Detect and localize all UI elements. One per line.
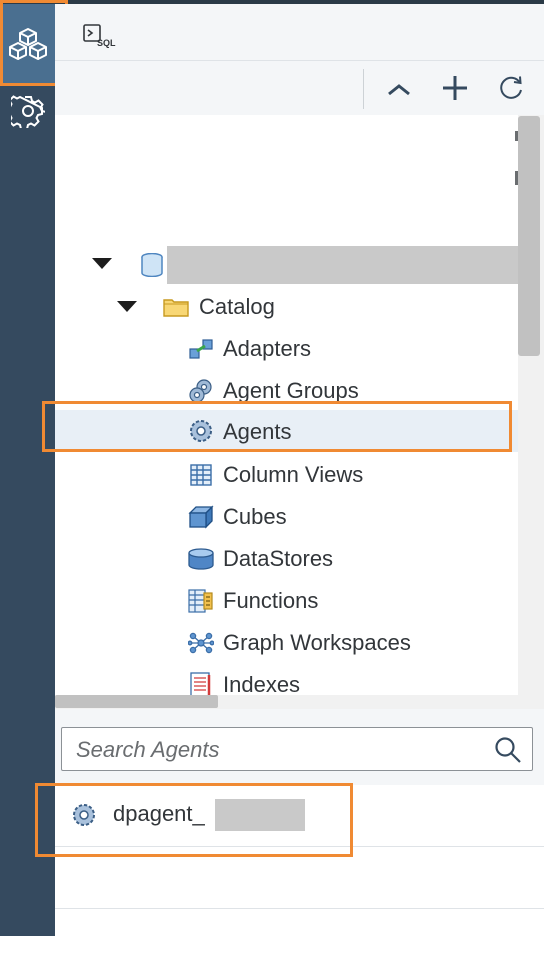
tree-item-label: Column Views xyxy=(223,462,364,487)
tree-vertical-scroll-thumb[interactable] xyxy=(518,116,540,356)
tree-toolbar xyxy=(55,61,544,115)
redacted-database-name xyxy=(167,246,518,284)
tree-item-label: Graph Workspaces xyxy=(223,630,411,655)
cubes-icon xyxy=(8,28,47,60)
settings-button[interactable] xyxy=(0,86,55,136)
tree-item-agents[interactable]: Agents xyxy=(55,410,518,452)
gear-icon xyxy=(10,95,45,128)
column-view-icon xyxy=(188,463,214,487)
tree-node-catalog[interactable]: Catalog xyxy=(55,286,518,328)
caret-down-icon[interactable] xyxy=(117,301,137,312)
catalog-tree: Catalog Adapters Agent Groups Agents Col… xyxy=(55,115,518,695)
tree-item-label: Functions xyxy=(223,588,319,613)
sql-console-icon[interactable]: SQL xyxy=(83,24,119,48)
tree-item-column-views[interactable]: Column Views xyxy=(55,454,518,496)
sql-icon-label: SQL xyxy=(97,38,116,48)
tree-item-datastores[interactable]: DataStores xyxy=(55,538,518,580)
tree-item-indexes[interactable]: Indexes xyxy=(55,664,518,695)
index-icon xyxy=(188,672,214,695)
header-bar: SQL xyxy=(55,4,544,61)
refresh-icon xyxy=(500,76,522,99)
redacted-agent-name xyxy=(215,799,305,831)
left-sidebar xyxy=(0,4,55,936)
tree-item-label: Adapters xyxy=(223,336,312,361)
gear-icon xyxy=(73,804,95,826)
tree-item-label: Agents xyxy=(223,419,292,444)
search-area xyxy=(55,709,544,785)
tree-item-label: DataStores xyxy=(223,546,334,571)
search-icon[interactable] xyxy=(494,736,522,764)
tree-item-agent-groups[interactable]: Agent Groups xyxy=(55,370,518,412)
adapter-icon xyxy=(188,337,214,361)
folder-icon xyxy=(163,295,189,319)
tree-item-label: Agent Groups xyxy=(223,378,359,403)
plus-icon xyxy=(443,76,467,100)
tree-item-adapters[interactable]: Adapters xyxy=(55,328,518,370)
graph-icon xyxy=(188,631,214,655)
agent-group-icon xyxy=(188,379,214,403)
tree-item-label: Indexes xyxy=(223,672,301,695)
tree-item-label: Cubes xyxy=(223,504,287,529)
database-icon xyxy=(139,253,165,277)
tree-item-cubes[interactable]: Cubes xyxy=(55,496,518,538)
tree-horizontal-scroll-thumb[interactable] xyxy=(55,695,218,708)
gear-icon xyxy=(188,419,214,443)
agents-result-list: dpagent_ xyxy=(55,785,544,936)
database-explorer-button[interactable] xyxy=(0,4,55,84)
list-item-empty xyxy=(55,909,544,971)
agent-name-label: dpagent_ xyxy=(113,801,205,826)
list-item-empty xyxy=(55,847,544,909)
search-box xyxy=(61,727,533,772)
collapse-button[interactable] xyxy=(384,73,414,103)
toolbar-separator xyxy=(363,69,364,109)
refresh-button[interactable] xyxy=(496,73,526,103)
tree-item-functions[interactable]: Functions xyxy=(55,580,518,622)
cube-icon xyxy=(188,505,214,529)
add-button[interactable] xyxy=(440,73,470,103)
tree-item-graph-workspaces[interactable]: Graph Workspaces xyxy=(55,622,518,664)
catalog-label: Catalog xyxy=(199,294,275,319)
chevron-up-icon xyxy=(388,84,410,96)
caret-down-icon[interactable] xyxy=(92,258,112,269)
list-item[interactable]: dpagent_ xyxy=(55,785,544,847)
function-icon xyxy=(188,589,214,613)
datastore-icon xyxy=(188,547,214,571)
search-input[interactable] xyxy=(74,728,498,772)
